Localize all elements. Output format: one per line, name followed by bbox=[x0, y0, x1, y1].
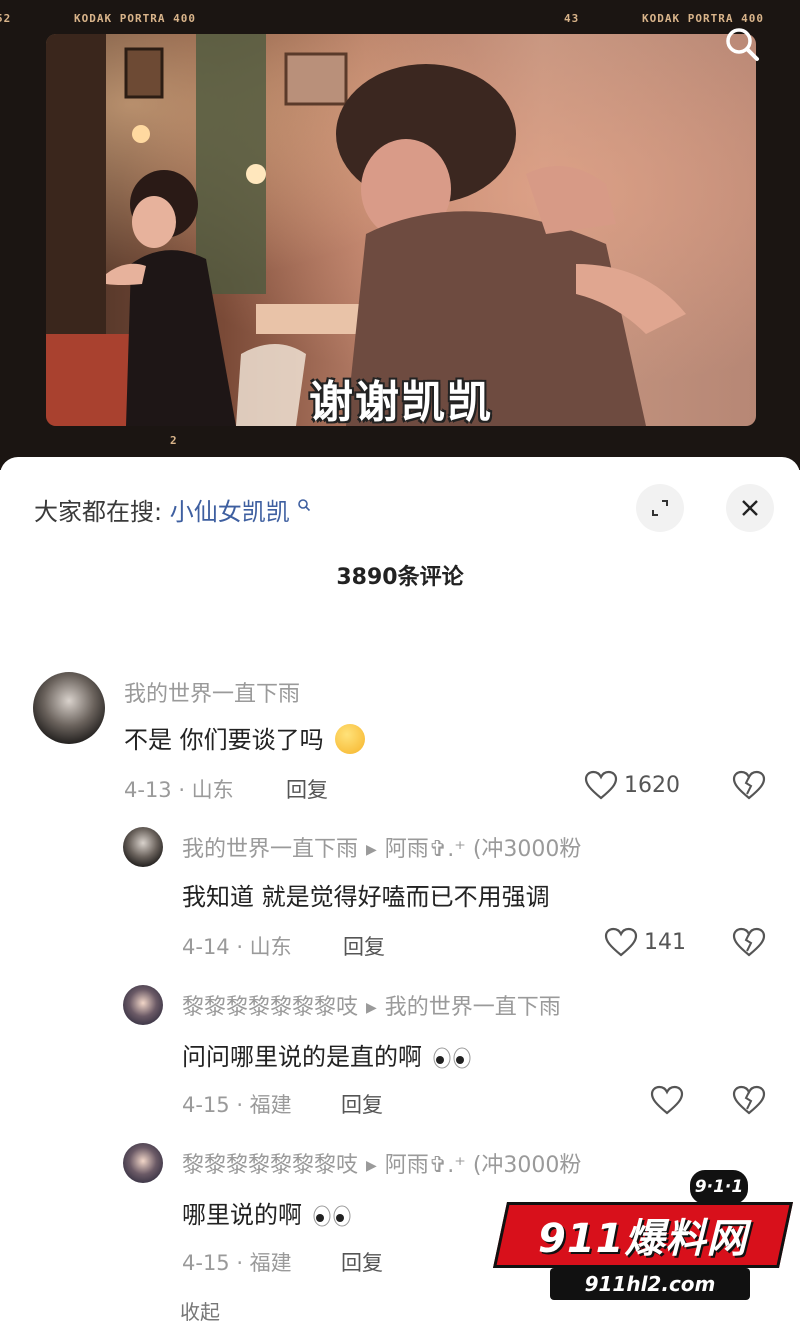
watermark-brand-box: 911爆料网 bbox=[492, 1202, 794, 1268]
search-button[interactable] bbox=[718, 20, 766, 68]
comment-text: 问问哪里说的是直的啊 bbox=[182, 1037, 472, 1072]
comment-date-location: 4-15 · 福建 bbox=[182, 1093, 292, 1117]
comment-text-content: 哪里说的啊 bbox=[182, 1201, 302, 1229]
reply-button[interactable]: 回复 bbox=[341, 1089, 383, 1119]
comment-date-location: 4-13 · 山东 bbox=[124, 778, 234, 802]
comment-text: 不是 你们要谈了吗 bbox=[124, 720, 366, 756]
shocked-emoji-icon bbox=[335, 724, 366, 754]
search-icon bbox=[726, 28, 759, 61]
reply-author-line: 黎黎黎黎黎黎黎吱 ▶ 我的世界一直下雨 bbox=[182, 989, 561, 1021]
watermark-url: 911hl2.com bbox=[550, 1268, 750, 1300]
trending-search: 大家都在搜: 小仙女凯凯 bbox=[34, 492, 311, 527]
reply-arrow-icon: ▶ bbox=[366, 842, 377, 858]
heart-icon bbox=[650, 1085, 684, 1115]
close-icon bbox=[742, 500, 758, 516]
comment-text: 哪里说的啊 bbox=[182, 1195, 352, 1230]
heart-icon bbox=[604, 927, 638, 957]
trending-search-link[interactable]: 小仙女凯凯 bbox=[170, 498, 290, 526]
comment-text-content: 不是 你们要谈了吗 bbox=[124, 726, 324, 754]
watermark-brand: 911爆料网 bbox=[538, 1216, 748, 1262]
like-button[interactable]: 141 bbox=[604, 927, 686, 957]
collapse-replies-link[interactable]: 收起 bbox=[180, 1296, 220, 1325]
frame-number: 43 bbox=[564, 12, 580, 25]
dislike-button[interactable] bbox=[732, 1085, 766, 1119]
avatar[interactable] bbox=[123, 827, 163, 867]
reply-author[interactable]: 黎黎黎黎黎黎黎吱 bbox=[182, 1153, 358, 1178]
comment-author[interactable]: 我的世界一直下雨 bbox=[124, 676, 300, 708]
reply-author-line: 我的世界一直下雨 ▶ 阿雨✞.⁺ (冲3000粉 bbox=[182, 831, 581, 863]
eyes-emoji-icon bbox=[433, 1047, 471, 1069]
reply-button[interactable]: 回复 bbox=[341, 1247, 383, 1277]
broken-heart-icon bbox=[732, 770, 766, 800]
broken-heart-icon bbox=[732, 927, 766, 957]
like-count: 1620 bbox=[624, 772, 680, 798]
reply-item: 我的世界一直下雨 ▶ 阿雨✞.⁺ (冲3000粉 我知道 就是觉得好嗑而已不用强调 … bbox=[0, 825, 800, 965]
eyes-emoji-icon bbox=[313, 1205, 351, 1227]
trending-search-label: 大家都在搜: bbox=[34, 498, 163, 526]
broken-heart-icon bbox=[732, 1085, 766, 1115]
like-button[interactable]: 1620 bbox=[584, 770, 680, 800]
like-count: 141 bbox=[644, 929, 686, 955]
reply-target[interactable]: 我的世界一直下雨 bbox=[385, 995, 561, 1020]
reply-author[interactable]: 我的世界一直下雨 bbox=[182, 837, 358, 862]
expand-button[interactable] bbox=[636, 484, 684, 532]
frame-number: 2 bbox=[170, 434, 178, 447]
comment-text-content: 问问哪里说的是直的啊 bbox=[182, 1043, 422, 1071]
comment-date-location: 4-14 · 山东 bbox=[182, 935, 292, 959]
watermark-logo: 9·1·1 911爆料网 911hl2.com bbox=[480, 1160, 800, 1309]
video-player[interactable]: 52 KODAK PORTRA 400 43 KODAK PORTRA 400 … bbox=[0, 0, 800, 470]
dislike-button[interactable] bbox=[732, 927, 766, 961]
reply-button[interactable]: 回复 bbox=[343, 931, 385, 961]
watermark-badge: 9·1·1 bbox=[688, 1168, 750, 1206]
comment-date-location: 4-15 · 福建 bbox=[182, 1251, 292, 1275]
film-label: KODAK PORTRA 400 bbox=[74, 12, 196, 25]
comment-item: 我的世界一直下雨 不是 你们要谈了吗 4-13 · 山东 回复 1620 bbox=[0, 670, 800, 810]
avatar[interactable] bbox=[123, 1143, 163, 1183]
reply-author[interactable]: 黎黎黎黎黎黎黎吱 bbox=[182, 995, 358, 1020]
reply-button[interactable]: 回复 bbox=[286, 774, 328, 804]
small-search-icon bbox=[298, 499, 311, 512]
comment-text: 我知道 就是觉得好嗑而已不用强调 bbox=[182, 883, 550, 911]
reply-target[interactable]: 阿雨✞.⁺ (冲3000粉 bbox=[385, 837, 582, 862]
reply-arrow-icon: ▶ bbox=[366, 1158, 377, 1174]
expand-icon bbox=[652, 500, 668, 516]
comment-count-title: 3890条评论 bbox=[336, 565, 464, 590]
dislike-button[interactable] bbox=[732, 770, 766, 804]
video-frame: 谢谢凯凯 bbox=[46, 34, 756, 426]
avatar[interactable] bbox=[33, 672, 105, 744]
avatar[interactable] bbox=[123, 985, 163, 1025]
close-button[interactable] bbox=[726, 484, 774, 532]
frame-number: 52 bbox=[0, 12, 12, 25]
reply-item: 黎黎黎黎黎黎黎吱 ▶ 我的世界一直下雨 问问哪里说的是直的啊 4-15 · 福建 回… bbox=[0, 983, 800, 1123]
like-button[interactable] bbox=[650, 1085, 684, 1115]
video-subtitle: 谢谢凯凯 bbox=[309, 377, 493, 426]
reply-arrow-icon: ▶ bbox=[366, 1000, 377, 1016]
heart-icon bbox=[584, 770, 618, 800]
